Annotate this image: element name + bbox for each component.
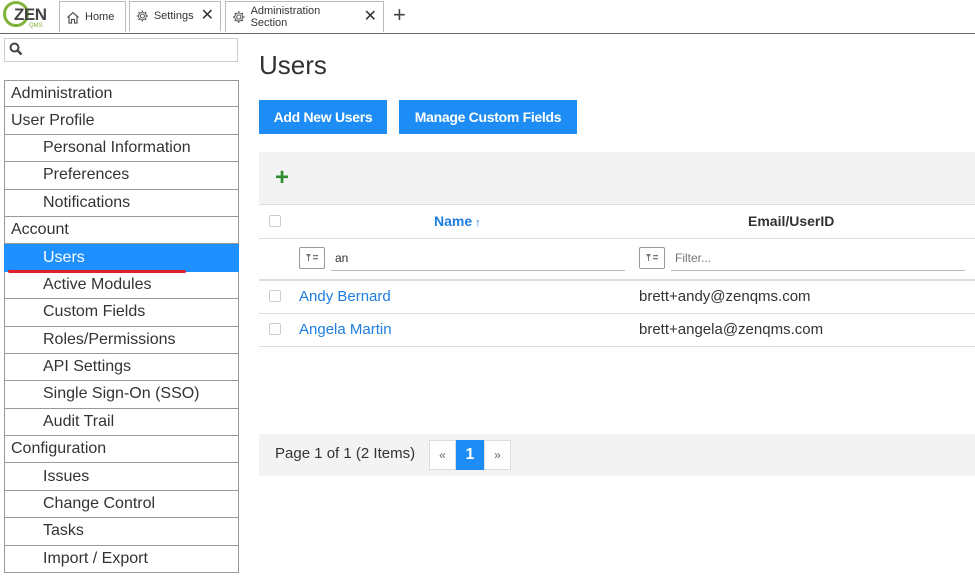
sidebar-item-roles-permissions[interactable]: Roles/Permissions: [4, 326, 239, 354]
sidebar-item-administration[interactable]: Administration: [4, 80, 239, 108]
row-checkbox[interactable]: [269, 290, 281, 302]
sidebar-item-preferences[interactable]: Preferences: [4, 162, 239, 190]
tab-administration-section[interactable]: Administration Section ✕: [225, 1, 384, 32]
pager-prev-button[interactable]: «: [429, 440, 456, 470]
sidebar-item-user-profile[interactable]: User Profile: [4, 107, 239, 135]
email-filter-menu-button[interactable]: [639, 247, 665, 269]
name-filter-input[interactable]: [331, 245, 625, 271]
grid-header-row: Name ↑ Email/UserID: [259, 205, 975, 239]
tab-home-label: Home: [85, 11, 115, 23]
sidebar-item-label: Roles/Permissions: [43, 330, 176, 348]
sidebar-item-issues[interactable]: Issues: [4, 463, 239, 491]
column-header-email[interactable]: Email/UserID: [748, 213, 834, 229]
sidebar-item-label: Personal Information: [43, 138, 191, 156]
zen-logo[interactable]: ZEN QMS: [3, 1, 51, 31]
tab-admin-label: Administration Section: [250, 5, 321, 29]
email-filter-input[interactable]: [671, 245, 965, 271]
user-email: brett+andy@zenqms.com: [639, 288, 811, 305]
sidebar-item-tasks[interactable]: Tasks: [4, 518, 239, 546]
name-filter-menu-button[interactable]: [299, 247, 325, 269]
pager-next-button[interactable]: »: [484, 440, 511, 470]
sidebar-item-account[interactable]: Account: [4, 216, 239, 245]
sidebar-item-single-sign-on-sso[interactable]: Single Sign-On (SSO): [4, 381, 239, 409]
filter-row: [259, 239, 975, 281]
add-tab-button[interactable]: +: [393, 2, 406, 28]
tab-settings[interactable]: Settings ✕: [129, 1, 221, 32]
add-new-users-button[interactable]: Add New Users: [259, 100, 387, 134]
search-input[interactable]: [27, 41, 236, 61]
row-checkbox[interactable]: [269, 323, 281, 335]
sidebar-item-api-settings[interactable]: API Settings: [4, 353, 239, 382]
sidebar-item-label: Audit Trail: [43, 412, 115, 430]
sidebar-item-personal-information[interactable]: Personal Information: [4, 134, 239, 163]
sidebar-item-label: Import / Export: [43, 549, 148, 567]
sidebar-item-label: Account: [11, 221, 69, 239]
manage-custom-fields-button[interactable]: Manage Custom Fields: [399, 100, 577, 134]
sidebar-item-label: Change Control: [43, 495, 156, 513]
sidebar-item-label: Custom Fields: [43, 303, 146, 321]
page-title: Users: [259, 50, 327, 80]
tab-settings-label: Settings: [153, 10, 194, 22]
close-icon[interactable]: ✕: [364, 9, 377, 25]
search-icon: [9, 42, 23, 56]
column-header-name[interactable]: Name ↑: [434, 213, 481, 229]
logo-text: ZEN: [14, 5, 47, 24]
sidebar-item-label: Preferences: [43, 166, 130, 184]
logo-subtext: QMS: [29, 23, 43, 29]
filter-options-icon: [306, 254, 318, 261]
table-row[interactable]: Angela Martin brett+angela@zenqms.com: [259, 314, 975, 347]
sidebar-item-notifications[interactable]: Notifications: [4, 189, 239, 217]
pager-summary: Page 1 of 1 (2 Items): [275, 445, 416, 462]
sidebar-item-import-export[interactable]: Import / Export: [4, 545, 239, 574]
sidebar-item-label: User Profile: [11, 111, 95, 129]
pager-page-1[interactable]: 1: [456, 440, 484, 470]
add-row-icon[interactable]: +: [275, 166, 289, 190]
user-name-link[interactable]: Andy Bernard: [299, 288, 391, 305]
gear-icon: [232, 11, 245, 23]
sidebar-search: [4, 38, 238, 62]
user-email: brett+angela@zenqms.com: [639, 321, 824, 338]
sidebar-item-label: Administration: [11, 84, 113, 102]
table-row[interactable]: Andy Bernard brett+andy@zenqms.com: [259, 281, 975, 314]
sidebar-item-label: Tasks: [43, 522, 84, 540]
sidebar-item-custom-fields[interactable]: Custom Fields: [4, 299, 239, 327]
home-icon: [67, 11, 79, 24]
tab-home[interactable]: Home: [59, 1, 126, 32]
sidebar-item-label: Notifications: [43, 193, 131, 211]
sidebar-item-audit-trail[interactable]: Audit Trail: [4, 408, 239, 437]
sidebar-item-label: Configuration: [11, 440, 107, 458]
gear-icon: [136, 10, 148, 22]
sort-ascending-icon: ↑: [475, 217, 481, 229]
close-icon[interactable]: ✕: [201, 8, 214, 24]
sidebar-item-change-control[interactable]: Change Control: [4, 490, 239, 519]
sidebar-item-label: Single Sign-On (SSO): [43, 385, 200, 403]
sidebar-nav: Administration User Profile Personal Infor…: [4, 80, 239, 574]
column-header-name-label: Name: [434, 213, 473, 229]
sidebar-item-label: API Settings: [43, 358, 132, 376]
select-all-checkbox[interactable]: [269, 215, 281, 227]
sidebar-item-users[interactable]: Users: [4, 244, 239, 274]
sidebar-item-configuration[interactable]: Configuration: [4, 436, 239, 464]
sidebar-item-label: Issues: [43, 467, 90, 485]
filter-options-icon: [646, 254, 658, 261]
top-tab-bar: ZEN QMS Home Settings ✕ Administration S…: [0, 0, 975, 34]
sidebar-item-label: Active Modules: [43, 275, 152, 293]
users-grid: + Name↑ Email/UserID Andy Bernard brett+…: [259, 152, 975, 348]
sidebar-item-label: Users: [43, 248, 85, 266]
grid-toolbar: +: [259, 152, 975, 205]
grid-pager: Page 1 of 1 (2 Items) « 1 »: [259, 434, 975, 476]
sidebar-item-active-modules[interactable]: Active Modules: [4, 271, 239, 300]
user-name-link[interactable]: Angela Martin: [299, 321, 392, 338]
